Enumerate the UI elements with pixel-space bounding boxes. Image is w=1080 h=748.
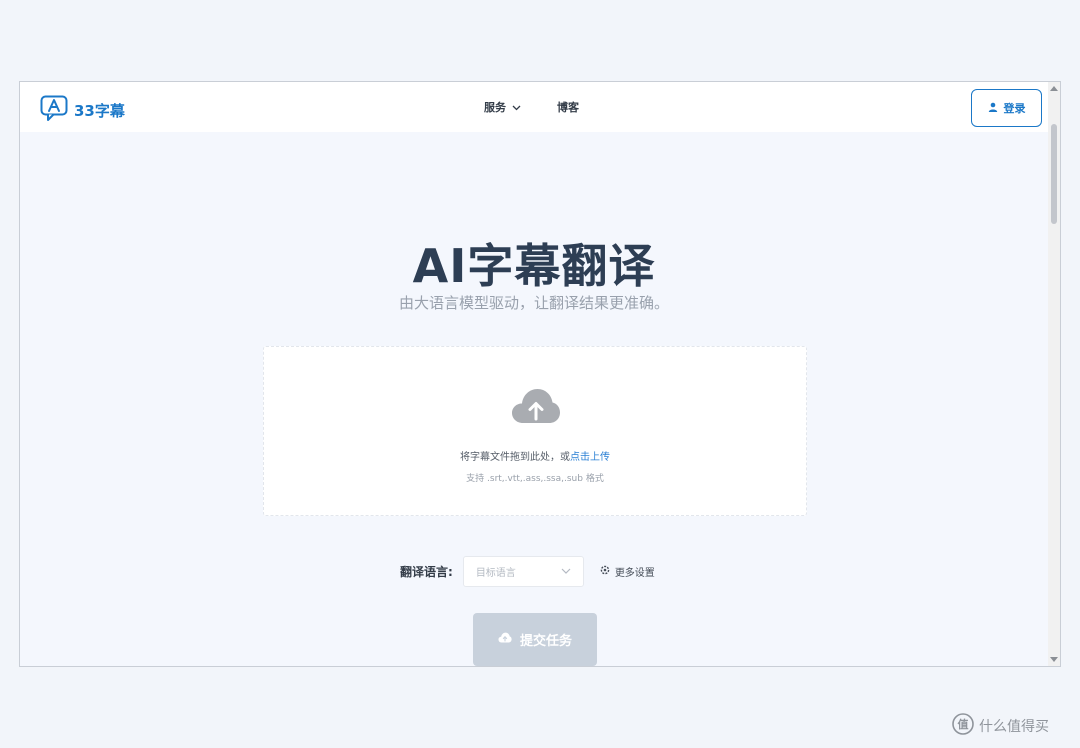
watermark-text: 什么值得买 [979, 719, 1049, 735]
target-language-select[interactable]: 目标语言 [462, 556, 584, 587]
more-settings-label: 更多设置 [614, 568, 655, 579]
logo-text: 33字幕 [74, 101, 125, 120]
scroll-down-icon[interactable] [1050, 657, 1058, 662]
login-label: 登录 [1003, 102, 1026, 115]
submit-label: 提交任务 [519, 634, 572, 649]
svg-text:值: 值 [958, 717, 969, 731]
scroll-up-icon[interactable] [1050, 86, 1058, 91]
more-settings-button[interactable]: 更多设置 [600, 564, 655, 579]
submit-task-button[interactable]: 提交任务 [473, 613, 597, 666]
user-icon [988, 102, 998, 115]
vertical-scrollbar[interactable] [1048, 82, 1060, 666]
translate-bubble-icon [40, 95, 70, 125]
scrollbar-thumb[interactable] [1051, 124, 1057, 224]
click-upload-link[interactable]: 点击上传 [570, 452, 610, 463]
nav-item-services[interactable]: 服务 [484, 99, 521, 115]
smzdm-logo-icon: 值 [952, 713, 974, 739]
site-logo[interactable]: 33字幕 [40, 95, 125, 125]
upload-dropzone[interactable]: 将字幕文件拖到此处，或点击上传 支持 .srt,.vtt,.ass,.ssa,.… [263, 346, 807, 516]
nav-item-label: 服务 [484, 101, 506, 114]
chevron-down-icon [512, 101, 521, 114]
translate-language-row: 翻译语言: 目标语言 更多设置 [400, 556, 655, 587]
select-placeholder: 目标语言 [475, 568, 516, 579]
nav-item-blog[interactable]: 博客 [557, 99, 579, 115]
login-button[interactable]: 登录 [971, 89, 1042, 127]
cloud-upload-icon [511, 387, 561, 429]
browser-viewport: 33字幕 服务 博客 登录 AI字幕翻译 由大语言模型驱动，让翻译结果更准确。 … [19, 81, 1061, 667]
upload-instruction: 将字幕文件拖到此处，或点击上传 [264, 448, 806, 463]
supported-formats-hint: 支持 .srt,.vtt,.ass,.ssa,.sub 格式 [466, 474, 604, 484]
nav-item-label: 博客 [557, 101, 579, 114]
page-subtitle: 由大语言模型驱动，让翻译结果更准确。 [398, 294, 669, 312]
nav-links: 服务 博客 [484, 99, 579, 115]
page-title: AI字幕翻译 [412, 239, 656, 293]
upload-instruction-text: 将字幕文件拖到此处，或 [460, 452, 570, 463]
chevron-down-icon [561, 566, 571, 577]
site-watermark: 值 什么值得买 [952, 713, 1049, 739]
top-navbar: 33字幕 服务 博客 登录 [20, 82, 1048, 132]
translate-language-label: 翻译语言: [400, 565, 453, 579]
gear-icon [600, 565, 610, 578]
cloud-upload-icon [498, 632, 512, 647]
